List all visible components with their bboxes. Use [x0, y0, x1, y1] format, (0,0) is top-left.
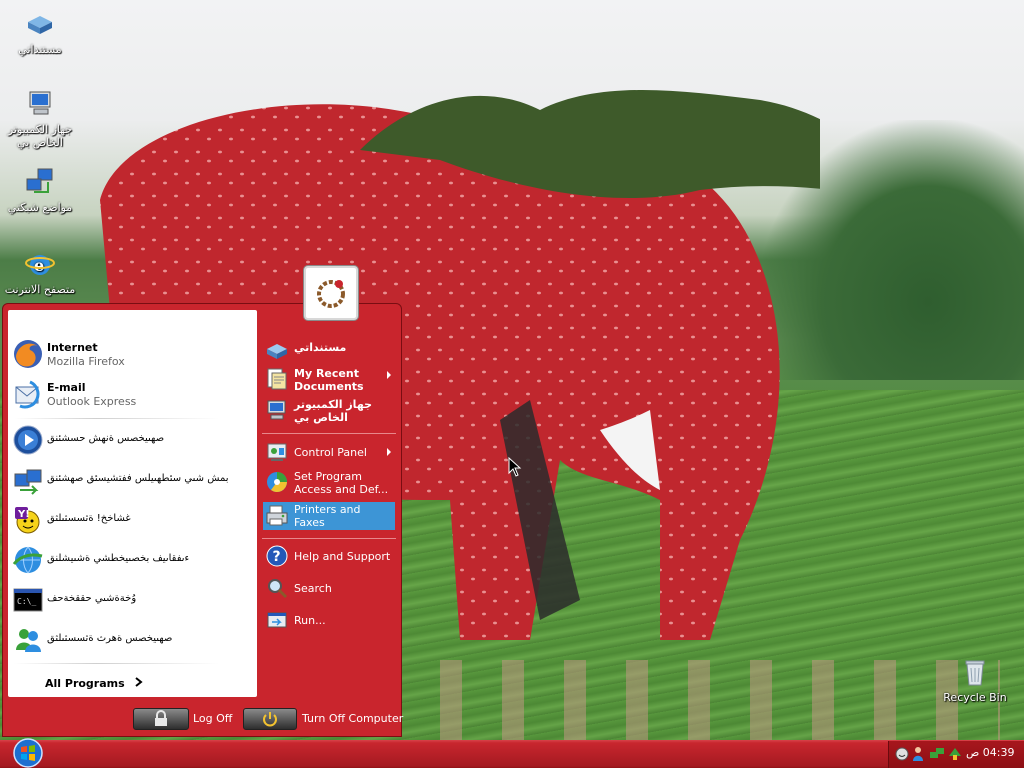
network-places-icon — [26, 168, 53, 193]
recent-program-label: صهىيخصس ةهرث ةثسسثىلثق — [47, 633, 173, 644]
desktop-icon-label: مواضع شبكتي — [7, 201, 73, 214]
pinned-title: Internet — [47, 341, 98, 354]
network-tray-icon[interactable] — [929, 746, 945, 762]
right-item-control-panel[interactable]: Control Panel — [265, 440, 395, 464]
desktop-icon-label: مستنداتي — [18, 43, 62, 56]
submenu-arrow-icon — [387, 448, 391, 456]
right-item-label: Search — [294, 582, 332, 595]
media-player-icon — [13, 425, 43, 455]
start-menu-left-pane: Internet Mozilla Firefox E-mail Outlook … — [8, 310, 257, 697]
pinned-title: E-mail — [47, 381, 86, 394]
set-program-access-icon — [267, 472, 287, 492]
recent-program-files-transfer[interactable]: بمش شىي سئطهىيلس ففتشيسئق صهشئنق — [8, 460, 257, 500]
recent-program-label: ءىفقاىيف بخصىيخطشي ةشىيشلنق — [47, 553, 190, 564]
desktop-icon-my-documents[interactable]: مستنداتي — [3, 8, 77, 56]
submenu-arrow-icon — [387, 371, 391, 379]
desktop-icon-recycle-bin[interactable]: Recycle Bin — [938, 656, 1012, 704]
right-item-label: جهاز الكمبيوتر الخاص بي — [294, 398, 373, 424]
msn-messenger-icon — [16, 629, 41, 652]
all-programs-separator — [14, 663, 219, 664]
right-item-my-recent-documents[interactable]: My Recent Documents — [265, 367, 395, 395]
recycle-bin-icon — [965, 660, 985, 686]
desktop-icon-internet-explorer[interactable]: e متصفح الانترنت — [3, 248, 77, 296]
windows-messenger-icon — [12, 546, 43, 574]
files-transfer-icon — [14, 469, 42, 495]
desktop-icon-my-computer[interactable]: جهاز الكمبيوتر الخاص بي — [3, 88, 77, 149]
recent-program-msn-messenger[interactable]: صهىيخصس ةهرث ةثسسثىلثق — [8, 620, 257, 660]
search-icon — [268, 579, 288, 599]
svg-text:?: ? — [273, 549, 281, 565]
pinned-email[interactable]: E-mail Outlook Express — [8, 374, 257, 414]
recent-documents-icon — [267, 368, 287, 390]
svg-text:C:\_: C:\_ — [17, 597, 36, 606]
svg-text:Y!: Y! — [17, 509, 30, 520]
right-item-label: Control Panel — [294, 446, 367, 459]
right-item-set-program-access[interactable]: Set Program Access and Def... — [265, 470, 395, 498]
right-item-printers-faxes[interactable]: Printers and Faxes — [263, 502, 395, 530]
desktop-icon-label: جهاز الكمبيوتر الخاص بي — [7, 123, 73, 149]
yahoo-messenger-icon: Y! — [15, 507, 40, 534]
right-item-search[interactable]: Search — [265, 576, 395, 600]
lock-icon — [155, 710, 167, 726]
desktop-icon-label: Recycle Bin — [943, 691, 1007, 704]
printers-faxes-icon — [266, 505, 288, 526]
user-tray-icon[interactable] — [911, 746, 925, 762]
right-item-help-support[interactable]: ? Help and Support — [265, 544, 395, 568]
update-tray-icon[interactable] — [947, 746, 963, 762]
command-prompt-icon: C:\_ — [13, 588, 43, 612]
recent-program-label: صهىيخصس ةنهش حسشئنق — [47, 433, 165, 444]
mouse-cursor-icon — [508, 457, 522, 477]
log-off-button[interactable] — [133, 708, 189, 730]
log-off-label[interactable]: Log Off — [193, 712, 232, 725]
start-button[interactable] — [11, 738, 45, 768]
my-computer-icon — [29, 91, 51, 115]
recent-program-windows-messenger[interactable]: ءىفقاىيف بخصىيخطشي ةشىيشلنق — [8, 540, 257, 580]
outlook-express-icon — [15, 380, 40, 409]
my-documents-icon — [267, 344, 287, 359]
help-icon: ? — [266, 545, 288, 567]
turn-off-button[interactable] — [243, 708, 297, 730]
right-item-label: Set Program Access and Def... — [294, 470, 389, 496]
turn-off-label[interactable]: Turn Off Computer — [302, 712, 403, 725]
right-item-my-computer[interactable]: جهاز الكمبيوتر الخاص بي — [265, 398, 395, 426]
right-item-run[interactable]: Run... — [265, 608, 395, 632]
user-picture[interactable] — [304, 266, 358, 320]
firefox-icon — [14, 340, 42, 368]
recent-program-label: وُخةةشىي حققخةحف — [47, 593, 137, 604]
all-programs-arrow-icon — [135, 677, 143, 687]
recent-program-label: غشاخخ! ةثسسثىلثق — [47, 513, 131, 524]
right-item-label: Printers and Faxes — [294, 503, 361, 529]
run-icon — [267, 612, 287, 628]
all-programs-button[interactable]: All Programs — [45, 677, 125, 690]
right-item-my-documents[interactable]: مستنداتي — [265, 339, 395, 363]
right-item-label: مستنداتي — [294, 341, 347, 354]
control-panel-icon — [267, 443, 287, 461]
desktop-icon-label: متصفح الانترنت — [4, 283, 76, 296]
desktop-icon-network-places[interactable]: مواضع شبكتي — [3, 166, 77, 214]
pinned-subtitle: Mozilla Firefox — [47, 355, 125, 368]
recent-program-label: بمش شىي سئطهىيلس ففتشيسئق صهشئنق — [47, 473, 229, 484]
right-separator — [262, 538, 396, 539]
right-item-label: My Recent Documents — [294, 367, 364, 393]
clock[interactable]: 04:39 ص — [966, 746, 1015, 759]
right-item-label: Run... — [294, 614, 326, 627]
taskbar — [0, 740, 1024, 768]
pinned-internet[interactable]: Internet Mozilla Firefox — [8, 334, 257, 374]
internet-explorer-icon: e — [25, 255, 55, 275]
right-separator — [262, 433, 396, 434]
pinned-subtitle: Outlook Express — [47, 395, 137, 408]
recent-program-media-player[interactable]: صهىيخصس ةنهش حسشئنق — [8, 420, 257, 460]
my-computer-icon — [267, 400, 286, 420]
wallpaper-ground-text — [400, 660, 1000, 740]
recent-program-yahoo-messenger[interactable]: Y! غشاخخ! ةثسسثىلثق — [8, 500, 257, 540]
recent-program-command-prompt[interactable]: C:\_ وُخةةشىي حققخةحف — [8, 580, 257, 620]
smiley-tray-icon[interactable] — [895, 747, 909, 761]
pinned-separator — [14, 418, 219, 419]
right-item-label: Help and Support — [294, 550, 391, 563]
my-documents-icon — [28, 16, 52, 34]
user-picture-icon — [317, 280, 345, 308]
power-icon — [263, 712, 277, 727]
